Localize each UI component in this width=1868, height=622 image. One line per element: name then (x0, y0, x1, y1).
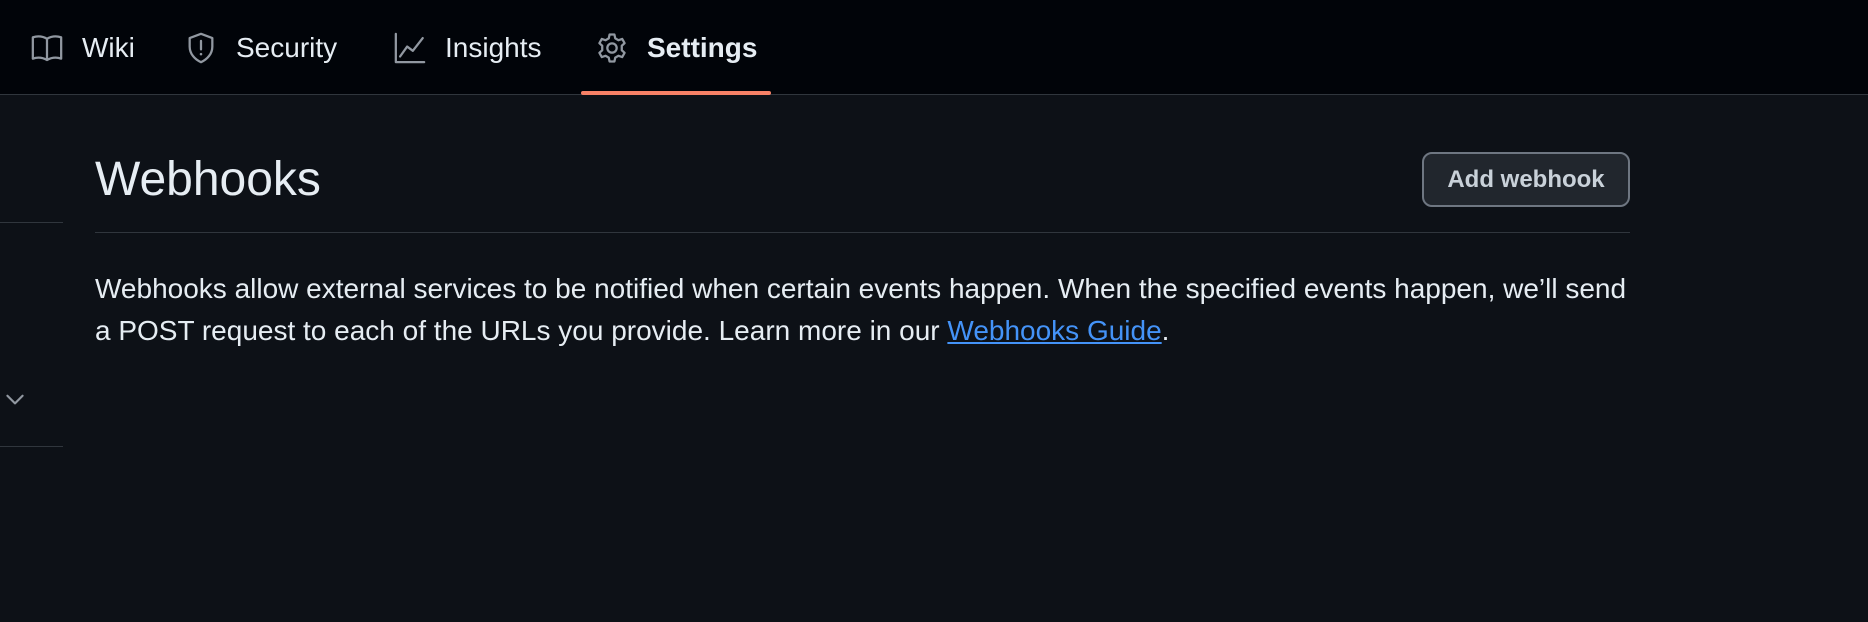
title-divider (95, 232, 1630, 233)
add-webhook-button[interactable]: Add webhook (1422, 152, 1630, 207)
gear-icon (598, 32, 626, 63)
description-text: Webhooks allow external services to be n… (95, 273, 1627, 346)
tab-label: Insights (445, 31, 542, 63)
graph-icon (394, 32, 426, 63)
chevron-down-icon[interactable] (2, 386, 28, 412)
book-icon (31, 34, 63, 61)
page-title: Webhooks (95, 153, 321, 206)
sidebar-divider (0, 222, 63, 223)
description-end: . (1161, 315, 1170, 346)
tab-label: Wiki (82, 31, 135, 63)
tab-settings[interactable]: Settings (580, 0, 772, 95)
repo-nav-bar: Wiki Security Insights Settings (0, 0, 1868, 95)
tab-insights[interactable]: Insights (393, 0, 542, 95)
tab-wiki[interactable]: Wiki (30, 0, 135, 95)
tab-label: Security (236, 31, 338, 63)
webhooks-guide-link[interactable]: Webhooks Guide (947, 315, 1161, 346)
tab-security[interactable]: Security (184, 0, 337, 95)
webhooks-description: Webhooks allow external services to be n… (95, 268, 1640, 352)
sidebar-divider (0, 446, 63, 447)
tab-label: Settings (647, 31, 758, 63)
shield-icon (188, 32, 214, 63)
